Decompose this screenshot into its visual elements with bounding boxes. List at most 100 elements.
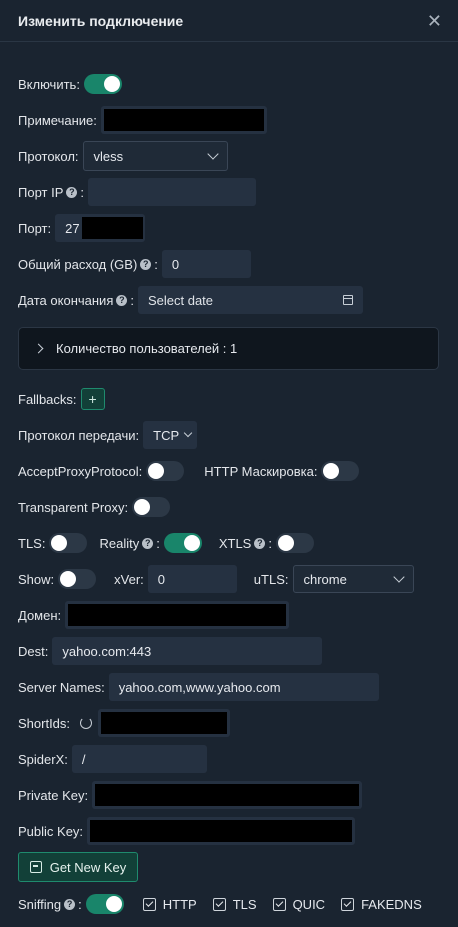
help-icon[interactable]: ? — [66, 186, 78, 198]
spider-x-input[interactable]: / — [71, 745, 207, 773]
xver-label: xVer — [114, 571, 141, 587]
domain-input[interactable] — [65, 601, 290, 629]
help-icon[interactable]: ? — [142, 537, 154, 549]
private-key-row: Private Key: — [18, 780, 363, 810]
help-icon[interactable]: ? — [254, 537, 266, 549]
enable-label: Включить — [18, 76, 77, 92]
xtls-switch[interactable] — [275, 533, 314, 553]
sniff-fakedns-checkbox[interactable]: FAKEDNS — [341, 897, 422, 912]
http-mask-switch[interactable] — [321, 461, 360, 481]
fallbacks-row: Fallbacks: + — [18, 384, 105, 414]
tls-switch[interactable] — [49, 533, 88, 553]
listen-ip-input[interactable] — [88, 178, 256, 206]
port-input[interactable]: 27 — [55, 214, 146, 242]
expiry-date-picker[interactable]: Select date — [137, 286, 363, 314]
dialog-title: Изменить подключение — [18, 12, 184, 29]
utls-label: uTLS — [253, 571, 285, 587]
tls-label: TLS — [18, 535, 42, 551]
reality-switch[interactable] — [163, 533, 202, 553]
xver-input[interactable]: 0 — [147, 565, 237, 593]
domain-row: Домен: — [18, 600, 290, 630]
sniff-fakedns-label: FAKEDNS — [361, 896, 422, 912]
domain-redacted — [68, 604, 287, 626]
private-key-redacted — [95, 784, 360, 806]
public-key-row: Public Key: — [18, 816, 356, 846]
tproxy-switch[interactable] — [132, 497, 171, 517]
expiry-label: Дата окончания — [18, 292, 114, 308]
spider-x-value: / — [81, 751, 86, 767]
check-icon — [142, 897, 156, 911]
add-fallback-button[interactable]: + — [80, 388, 105, 410]
refresh-icon[interactable] — [80, 717, 93, 729]
help-icon[interactable]: ? — [64, 898, 76, 910]
remark-redacted — [103, 109, 264, 131]
chevron-right-icon — [33, 343, 44, 354]
reality-label: Reality — [99, 535, 140, 551]
check-icon — [341, 897, 355, 911]
expiry-row: Дата окончания ?: Select date — [18, 285, 363, 315]
spider-x-row: SpiderX: / — [18, 744, 207, 774]
enable-switch[interactable] — [83, 74, 122, 94]
dest-input[interactable]: yahoo.com:443 — [52, 637, 323, 665]
listen-ip-row: Порт IP ?: — [18, 177, 256, 207]
server-names-row: Server Names: yahoo.com,www.yahoo.com — [18, 672, 379, 702]
spider-x-label: SpiderX — [18, 751, 65, 767]
protocol-row: Протокол: vless — [18, 141, 228, 171]
tproxy-label: Transparent Proxy — [18, 499, 125, 515]
sniff-quic-checkbox[interactable]: QUIC — [272, 896, 326, 912]
close-icon[interactable]: ✕ — [427, 12, 442, 30]
private-key-input[interactable] — [92, 781, 363, 809]
help-icon[interactable]: ? — [116, 294, 128, 306]
sniffing-switch[interactable] — [85, 894, 124, 914]
utls-select[interactable]: chrome — [292, 565, 414, 593]
sniff-http-label: HTTP — [162, 896, 197, 912]
show-label: Show — [18, 571, 51, 587]
remark-row: Примечание: — [18, 105, 267, 135]
short-ids-input[interactable] — [98, 709, 231, 737]
total-flow-row: Общий расход (GB) ?: 0 — [18, 249, 251, 279]
dest-row: Dest: yahoo.com:443 — [18, 636, 323, 666]
chevron-down-icon — [392, 571, 405, 583]
protocol-select[interactable]: vless — [82, 141, 228, 171]
transport-select[interactable]: TCP — [143, 421, 198, 449]
short-ids-label: ShortIds — [18, 715, 67, 731]
tproxy-row: Transparent Proxy: — [18, 492, 171, 522]
short-ids-row: ShortIds: — [18, 708, 231, 738]
check-icon — [272, 897, 286, 911]
chevron-down-icon — [206, 148, 219, 160]
accept-proxy-label: AcceptProxyProtocol — [18, 463, 139, 479]
port-row: Порт: 27 — [18, 213, 146, 243]
transport-row: Протокол передачи: TCP — [18, 420, 198, 450]
sniff-tls-checkbox[interactable]: TLS — [212, 896, 257, 912]
clients-panel[interactable]: Количество пользователей : 1 — [18, 327, 439, 370]
public-key-input[interactable] — [87, 817, 356, 845]
login-icon — [29, 861, 42, 873]
clients-panel-label: Количество пользователей : 1 — [56, 341, 238, 356]
chevron-down-icon — [183, 428, 193, 438]
check-icon — [212, 897, 226, 911]
listen-ip-label: Порт IP — [18, 184, 64, 200]
help-icon[interactable]: ? — [140, 258, 152, 270]
server-names-input[interactable]: yahoo.com,www.yahoo.com — [108, 673, 379, 701]
get-new-key-label: Get New Key — [49, 859, 127, 875]
short-ids-redacted — [101, 712, 228, 734]
remark-input[interactable] — [100, 106, 267, 134]
show-switch[interactable] — [58, 569, 97, 589]
server-names-value: yahoo.com,www.yahoo.com — [118, 679, 281, 695]
transport-label: Протокол передачи — [18, 427, 136, 443]
accept-proxy-switch[interactable] — [146, 461, 185, 481]
total-flow-label: Общий расход (GB) — [18, 256, 138, 272]
dialog-header: Изменить подключение ✕ — [0, 0, 458, 42]
total-flow-value: 0 — [171, 256, 180, 272]
remark-label: Примечание — [18, 112, 94, 128]
expiry-placeholder: Select date — [147, 292, 214, 308]
sniff-tls-label: TLS — [232, 896, 257, 912]
fallbacks-label: Fallbacks — [18, 391, 73, 407]
domain-label: Домен — [18, 607, 58, 623]
public-key-label: Public Key — [18, 823, 80, 839]
total-flow-input[interactable]: 0 — [161, 250, 251, 278]
calendar-icon — [342, 295, 353, 305]
get-new-key-button[interactable]: Get New Key — [18, 852, 138, 882]
sniff-quic-label: QUIC — [292, 896, 326, 912]
sniff-http-checkbox[interactable]: HTTP — [142, 896, 197, 912]
